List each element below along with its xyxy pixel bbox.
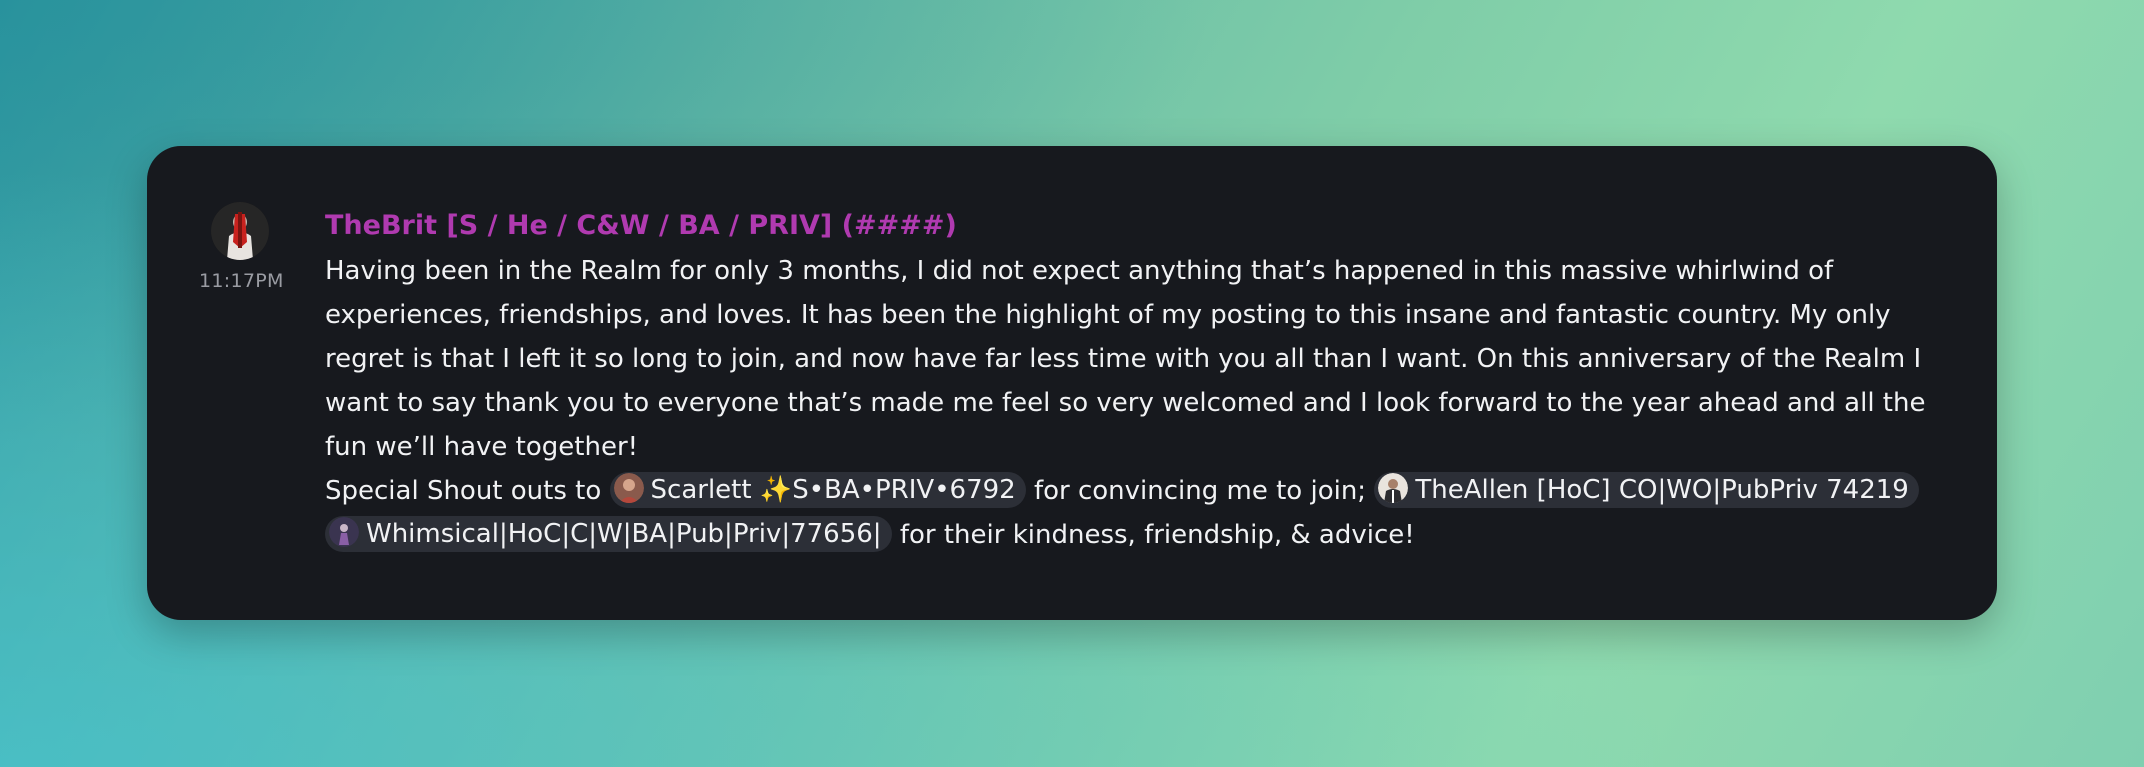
message-timestamp: 11:17PM <box>199 270 284 292</box>
mention-avatar-icon <box>1378 473 1409 503</box>
mention-label: Scarlett ✨S•BA•PRIV•6792 <box>650 474 1016 505</box>
user-avatar[interactable] <box>211 202 269 260</box>
mention-label: TheAllen [HoC] CO|WO|PubPriv 74219 <box>1415 474 1909 505</box>
shoutout-prefix: Special Shout outs to <box>325 476 602 506</box>
mention-whimsical[interactable]: Whimsical|HoC|C|W|BA|Pub|Priv|77656| <box>325 515 892 552</box>
message-body: Having been in the Realm for only 3 mont… <box>325 249 1965 557</box>
mention-theallen[interactable]: TheAllen [HoC] CO|WO|PubPriv 74219 <box>1374 471 1919 508</box>
message-card: 11:17PM TheBrit [S / He / C&W / BA / PRI… <box>147 146 1997 620</box>
username[interactable]: TheBrit [S / He / C&W / BA / PRIV] (####… <box>325 208 1965 244</box>
middle-text: for convincing me to join; <box>1033 476 1367 506</box>
mention-scarlett[interactable]: Scarlett ✨S•BA•PRIV•6792 <box>609 471 1026 508</box>
message-content: TheBrit [S / He / C&W / BA / PRIV] (####… <box>325 208 1965 557</box>
mention-avatar-icon <box>329 517 359 547</box>
mention-avatar-icon <box>613 473 644 503</box>
user-avatar-image <box>211 202 269 260</box>
mention-label: Whimsical|HoC|C|W|BA|Pub|Priv|77656| <box>366 518 882 549</box>
message-paragraph: Having been in the Realm for only 3 mont… <box>325 256 1926 462</box>
suffix-text: for their kindness, friendship, & advice… <box>899 520 1415 550</box>
